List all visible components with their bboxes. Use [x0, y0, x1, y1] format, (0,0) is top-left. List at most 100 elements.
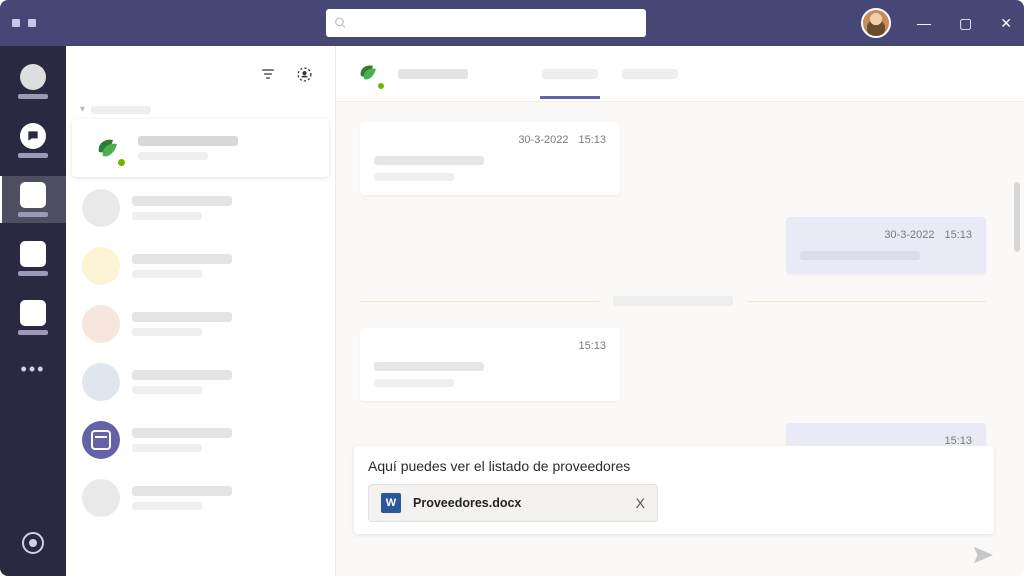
message-line — [374, 362, 484, 371]
search-input[interactable] — [326, 9, 646, 37]
chat-item[interactable] — [66, 411, 335, 469]
chat-item-preview — [138, 152, 208, 160]
rail-item-activity[interactable] — [13, 60, 53, 103]
dot — [12, 19, 20, 27]
message-other: 15:13 — [360, 328, 620, 401]
tab-files[interactable] — [622, 69, 678, 79]
rail-item-teams[interactable] — [13, 178, 53, 221]
message-line — [374, 173, 454, 181]
tab-chat[interactable] — [542, 69, 598, 79]
chevron-down-icon: ▾ — [80, 104, 85, 115]
conversation-pane: 30-3-2022 15:13 30-3-2022 15:13 — [336, 46, 1024, 576]
app-window: — ▢ ✕ — [0, 0, 1024, 576]
chat-item[interactable] — [66, 353, 335, 411]
message-line — [800, 251, 920, 260]
message-me: 15:13 — [786, 423, 986, 446]
window-controls: — ▢ ✕ — [917, 15, 1012, 32]
rect-icon — [20, 300, 46, 326]
word-file-icon — [381, 493, 401, 513]
conversation-title — [398, 69, 468, 79]
chat-item[interactable] — [66, 179, 335, 237]
dot — [28, 19, 36, 27]
attachment-chip[interactable]: Proveedores.docx X — [368, 484, 658, 522]
message-timestamp: 30-3-2022 15:13 — [800, 229, 972, 241]
chat-item[interactable] — [66, 469, 335, 527]
chat-avatar — [82, 305, 120, 343]
chat-avatar — [82, 421, 120, 459]
day-divider-label — [613, 296, 733, 306]
chat-item-preview — [132, 212, 202, 220]
chat-icon — [20, 123, 46, 149]
chat-item-title — [132, 428, 232, 438]
rail-more[interactable]: ••• — [21, 359, 46, 380]
section-header[interactable]: ▾ — [66, 102, 335, 117]
rail-label — [18, 153, 48, 158]
filter-icon[interactable] — [259, 65, 277, 83]
rail-label — [18, 94, 48, 99]
rect-icon — [20, 241, 46, 267]
chat-avatar — [82, 363, 120, 401]
chat-avatar — [82, 479, 120, 517]
message-line — [374, 156, 484, 165]
chat-avatar — [82, 247, 120, 285]
chat-list-header — [66, 46, 335, 102]
avatar-image — [861, 8, 891, 38]
rail-item-store[interactable] — [13, 528, 53, 558]
message-timestamp: 15:13 — [800, 435, 972, 446]
presence-available-icon — [376, 81, 386, 91]
message-line — [374, 379, 454, 387]
minimize-button[interactable]: — — [917, 15, 931, 32]
presence-available-icon — [116, 157, 127, 168]
chat-item[interactable] — [66, 295, 335, 353]
composer-text[interactable]: Aquí puedes ver el listado de proveedore… — [368, 458, 980, 474]
chat-item-title — [132, 486, 232, 496]
message-me: 30-3-2022 15:13 — [786, 217, 986, 274]
conversation-tabs — [542, 69, 678, 79]
apps-icon — [22, 532, 44, 554]
rail-item-5[interactable] — [13, 296, 53, 339]
app-body: ••• ▾ — [0, 46, 1024, 576]
chat-item-title — [132, 312, 232, 322]
chat-item-preview — [132, 328, 202, 336]
rail-item-chat[interactable] — [13, 119, 53, 162]
rail-item-4[interactable] — [13, 237, 53, 280]
day-divider — [360, 296, 986, 306]
rail-label — [18, 271, 48, 276]
message-timestamp: 15:13 — [374, 340, 606, 352]
close-button[interactable]: ✕ — [1000, 15, 1012, 32]
chat-item[interactable] — [72, 119, 329, 177]
chat-item-preview — [132, 270, 202, 278]
chat-item-title — [132, 370, 232, 380]
rail-label — [18, 212, 48, 217]
conversation-scroll[interactable]: 30-3-2022 15:13 30-3-2022 15:13 — [336, 102, 1024, 446]
scrollbar-thumb[interactable] — [1014, 182, 1020, 252]
maximize-button[interactable]: ▢ — [959, 15, 972, 32]
chat-item-preview — [132, 502, 202, 510]
search-icon — [334, 17, 347, 30]
rail-label — [18, 330, 48, 335]
composer-send-row — [336, 544, 1024, 576]
teams-icon — [20, 182, 46, 208]
search-box[interactable] — [326, 9, 646, 37]
message-timestamp: 30-3-2022 15:13 — [374, 134, 606, 146]
chat-item-preview — [132, 444, 202, 452]
chat-avatar — [88, 129, 126, 167]
chat-item-title — [138, 136, 238, 146]
activity-icon — [20, 64, 46, 90]
remove-attachment-button[interactable]: X — [636, 495, 645, 511]
new-chat-icon[interactable] — [295, 65, 313, 83]
message-composer[interactable]: Aquí puedes ver el listado de proveedore… — [354, 446, 994, 534]
chat-item[interactable] — [66, 237, 335, 295]
calendar-icon — [91, 430, 111, 450]
chat-item-texts — [138, 136, 238, 160]
send-icon[interactable] — [972, 544, 994, 566]
chat-item-title — [132, 196, 232, 206]
user-avatar[interactable] — [861, 8, 891, 38]
section-label — [91, 106, 151, 114]
conversation-header — [336, 46, 1024, 102]
attachment-filename: Proveedores.docx — [413, 496, 624, 510]
traffic-lights — [12, 19, 36, 27]
titlebar: — ▢ ✕ — [0, 0, 1024, 46]
message-other: 30-3-2022 15:13 — [360, 122, 620, 195]
chat-item-preview — [132, 386, 202, 394]
